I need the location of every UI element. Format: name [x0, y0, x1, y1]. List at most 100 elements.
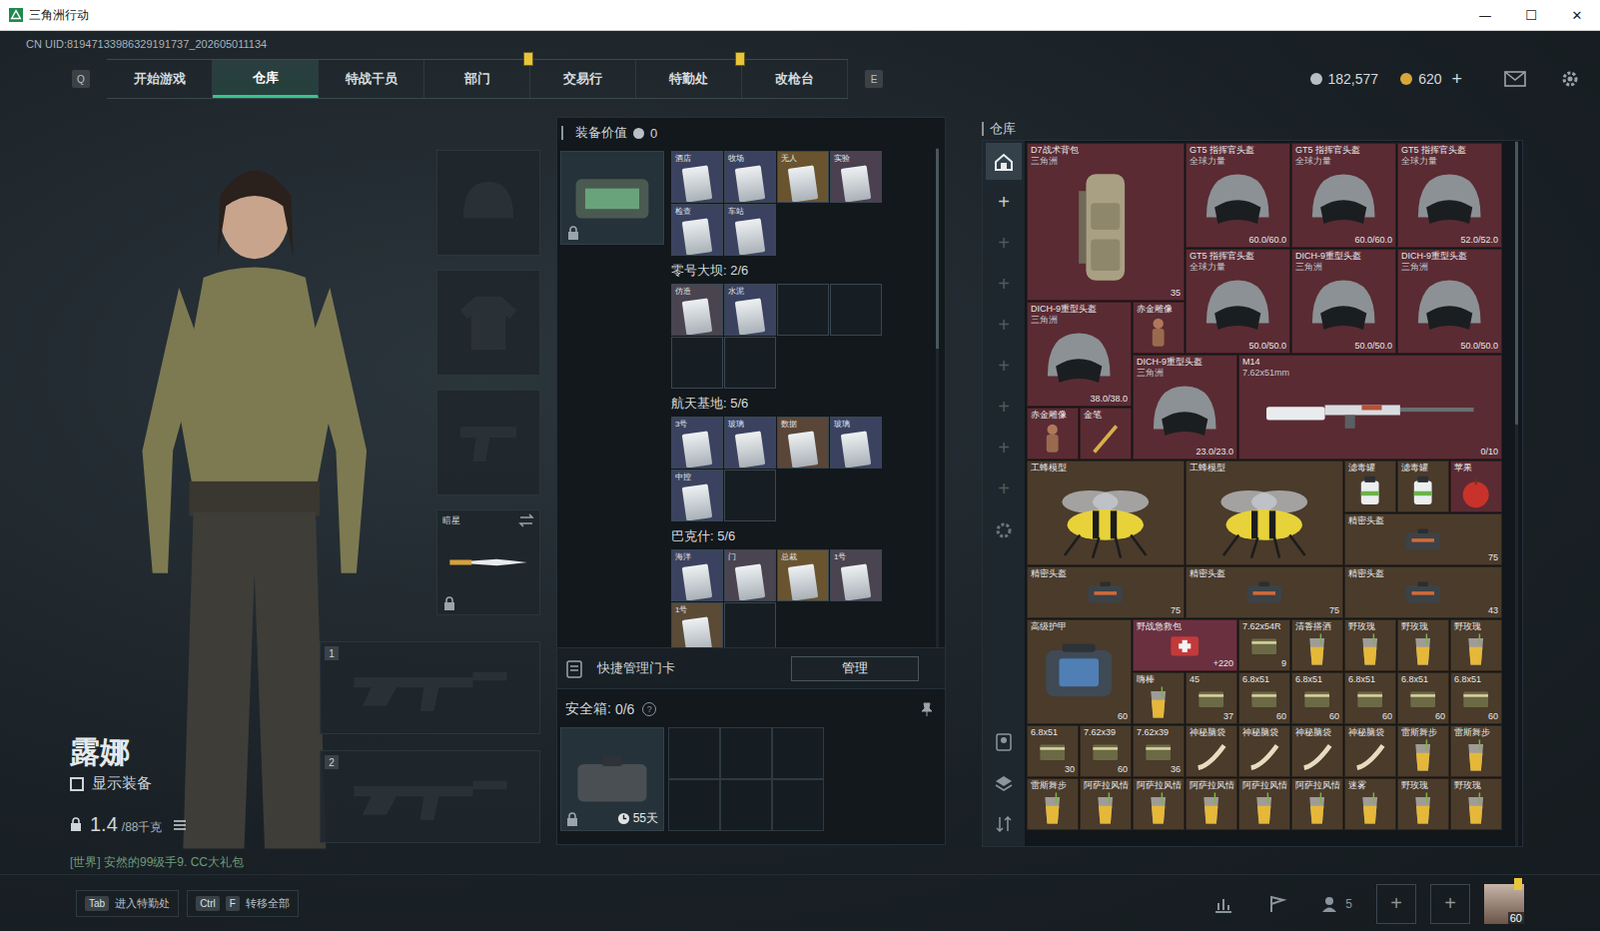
warehouse-item[interactable]: 清香搭酒 — [1291, 619, 1344, 672]
warehouse-item[interactable]: 精密头盔 75 — [1185, 566, 1344, 619]
footer-tool[interactable] — [1203, 894, 1244, 913]
storage-tab[interactable]: + — [985, 306, 1022, 344]
warehouse-item[interactable]: 精密头盔 75 — [1026, 566, 1185, 619]
warehouse-item[interactable]: 雷斯舞步 — [1450, 725, 1503, 778]
window-control-button[interactable]: — — [1462, 0, 1509, 30]
warehouse-item[interactable]: GT5 指挥官头盔 全球力量 52.0/52.0 — [1397, 142, 1503, 248]
warehouse-item[interactable]: 野玫瑰 — [1450, 619, 1503, 672]
footer-tool[interactable] — [1257, 894, 1298, 913]
keycard-slot[interactable] — [829, 283, 882, 336]
warehouse-item[interactable]: 野玫瑰 — [1397, 619, 1450, 672]
warehouse-item[interactable]: 野玫瑰 — [1397, 778, 1450, 830]
warehouse-item[interactable]: 高级护甲 60 — [1026, 619, 1132, 725]
safe-slot[interactable] — [720, 727, 773, 780]
keycard[interactable]: 3号 — [671, 416, 724, 469]
checkbox-box[interactable] — [69, 777, 84, 792]
warehouse-item[interactable]: 滤毒罐 — [1344, 460, 1397, 513]
keycard[interactable]: 酒店 — [671, 150, 724, 203]
warehouse-item[interactable]: 45 37 — [1185, 672, 1238, 725]
warehouse-item[interactable]: GT5 指挥官头盔 全球力量 60.0/60.0 — [1291, 142, 1397, 248]
warehouse-item[interactable]: DICH-9重型头盔 三角洲 23.0/23.0 — [1132, 354, 1238, 460]
manage-button[interactable]: 管理 — [791, 656, 919, 682]
storage-tab[interactable] — [985, 142, 1022, 180]
warehouse-item[interactable]: DICH-9重型头盔 三角洲 50.0/50.0 — [1291, 248, 1397, 354]
keycard[interactable]: 实验 — [829, 150, 882, 203]
keycard-slot[interactable] — [671, 336, 724, 389]
warehouse-item[interactable]: 阿萨拉风情 — [1291, 778, 1344, 830]
warehouse-item[interactable]: 精密头盔 75 — [1344, 513, 1503, 566]
warehouse-item[interactable]: 6.8x51 60 — [1238, 672, 1291, 725]
add-teammate-button[interactable]: + — [1430, 883, 1471, 924]
nav-tab[interactable]: 交易行 — [530, 59, 637, 98]
next-tab-key[interactable]: E — [864, 69, 883, 88]
warehouse-item[interactable]: 工蜂模型 — [1185, 460, 1344, 566]
list-icon[interactable] — [172, 818, 187, 831]
warehouse-item[interactable]: 6.8x51 60 — [1344, 672, 1397, 725]
gear-slot[interactable]: 暗星 — [436, 509, 541, 616]
keycard-slot[interactable] — [777, 283, 829, 336]
warehouse-item[interactable]: 野玫瑰 — [1450, 778, 1503, 830]
warehouse-item[interactable]: 神秘脑袋 — [1238, 725, 1291, 778]
warehouse-item[interactable]: 神秘脑袋 — [1344, 725, 1397, 778]
safe-box[interactable]: 55天 — [560, 727, 665, 831]
nav-tab[interactable]: 仓库 — [212, 59, 319, 98]
add-teammate-button[interactable]: + — [1376, 883, 1417, 924]
keycard[interactable]: 总裁 — [777, 549, 829, 602]
warehouse-item[interactable]: 精密头盔 43 — [1344, 566, 1503, 619]
warehouse-item[interactable]: 工蜂模型 — [1026, 460, 1185, 566]
warehouse-item[interactable]: GT5 指挥官头盔 全球力量 50.0/50.0 — [1185, 248, 1291, 354]
keycard[interactable]: 牧场 — [724, 150, 777, 203]
warehouse-item[interactable]: 嗨棒 — [1132, 672, 1185, 725]
nav-tab[interactable]: 特战干员 — [318, 59, 425, 98]
gear-slot[interactable] — [436, 149, 541, 256]
keycard[interactable]: 仿造 — [671, 283, 724, 336]
warehouse-item[interactable]: D7战术背包 三角洲 35 — [1026, 142, 1185, 301]
hotkey-hint[interactable]: CtrlF 转移全部 — [186, 889, 299, 917]
storage-tab[interactable]: + — [985, 224, 1022, 262]
warehouse-item[interactable]: M14 7.62x51mm 0/10 — [1238, 354, 1503, 460]
warehouse-item[interactable]: 6.8x51 30 — [1026, 725, 1079, 778]
keycard[interactable]: 车站 — [724, 203, 777, 256]
gear-slot[interactable] — [436, 269, 541, 376]
warehouse-item[interactable]: 金笔 — [1079, 407, 1132, 460]
keycard[interactable]: 检查 — [671, 203, 724, 256]
add-currency-button[interactable]: + — [1451, 68, 1463, 90]
keycard-slot[interactable] — [724, 336, 777, 389]
warehouse-item[interactable]: DICH-9重型头盔 三角洲 38.0/38.0 — [1026, 301, 1132, 407]
warehouse-item[interactable]: 阿萨拉风情 — [1185, 778, 1238, 830]
help-button[interactable]: ? — [642, 702, 657, 717]
warehouse-item[interactable]: 6.8x51 60 — [1397, 672, 1450, 725]
swap-icon[interactable] — [518, 513, 535, 528]
storage-tab[interactable]: + — [985, 183, 1022, 221]
safe-slot[interactable] — [772, 779, 824, 831]
warehouse-item[interactable]: 赤金雕像 — [1026, 407, 1079, 460]
warehouse-item[interactable]: 野玫瑰 — [1344, 619, 1397, 672]
keycard-slot[interactable] — [724, 602, 777, 648]
warehouse-item[interactable]: 滤毒罐 — [1397, 460, 1450, 513]
storage-tab[interactable]: + — [985, 347, 1022, 385]
warehouse-item[interactable]: 6.8x51 60 — [1450, 672, 1503, 725]
storage-tab[interactable]: + — [985, 265, 1022, 303]
keycard[interactable]: 水泥 — [724, 283, 777, 336]
storage-tab[interactable] — [985, 511, 1022, 549]
keycard[interactable]: 玻璃 — [724, 416, 777, 469]
warehouse-item[interactable]: 阿萨拉风情 — [1132, 778, 1185, 830]
mail-icon[interactable] — [1504, 70, 1527, 87]
warehouse-item[interactable]: 阿萨拉风情 — [1079, 778, 1132, 830]
nav-tab[interactable]: 特勤处 — [636, 59, 743, 98]
show-gear-checkbox[interactable]: 显示装备 — [69, 774, 320, 794]
keycard[interactable]: 数据 — [777, 416, 829, 469]
warehouse-item[interactable]: 赤金雕像 — [1132, 301, 1185, 354]
window-control-button[interactable]: ✕ — [1554, 0, 1600, 30]
pin-icon[interactable] — [920, 702, 933, 717]
keycard[interactable]: 1号 — [671, 602, 724, 648]
warehouse-scrollbar[interactable] — [1515, 140, 1519, 846]
keycard-slot[interactable] — [724, 469, 777, 522]
warehouse-item[interactable]: 阿萨拉风情 — [1238, 778, 1291, 830]
keycard[interactable]: 中控 — [671, 469, 724, 522]
weapon-slot[interactable]: 2 — [319, 750, 541, 843]
storage-tab[interactable]: + — [985, 429, 1022, 467]
safe-slot[interactable] — [720, 779, 773, 831]
warehouse-item[interactable]: 雷斯舞步 — [1026, 778, 1079, 830]
nav-tab[interactable]: 改枪台 — [742, 59, 848, 98]
